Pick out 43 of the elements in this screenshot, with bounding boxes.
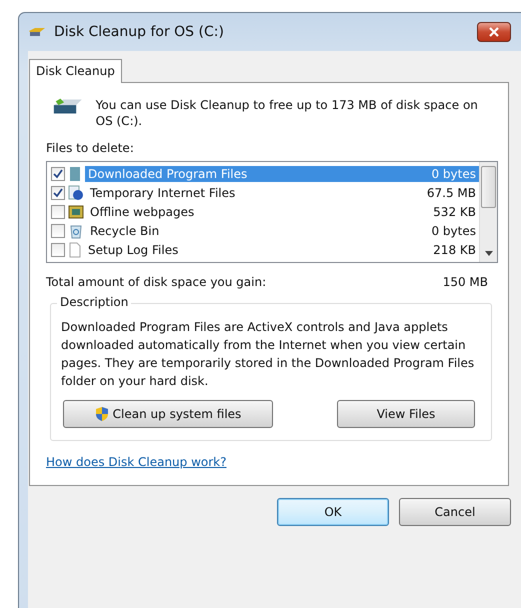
offline-page-icon (68, 204, 84, 220)
intro-text: You can use Disk Cleanup to free up to 173 MB of disk space on OS (C:). (96, 97, 479, 129)
file-name: Setup Log Files (88, 242, 178, 256)
scrollbar[interactable] (479, 162, 497, 262)
file-size: 532 KB (433, 204, 476, 218)
action-button[interactable]: View Files (337, 400, 475, 428)
file-name: Temporary Internet Files (90, 186, 236, 200)
file-icon (68, 242, 82, 258)
disk-cleanup-icon (28, 26, 46, 38)
total-value: 150 MB (442, 275, 488, 289)
tab[interactable]: Disk Cleanup (29, 59, 122, 83)
description-text: Downloaded Program Files are ActiveX controls and Java applets downloaded automatically from the Internet when you view certain pages. They are temporarily stored in the Downloaded Program Files folder on your hard disk. (61, 319, 476, 390)
file-name: Recycle Bin (90, 224, 160, 238)
files-label: Files to delete: (46, 141, 135, 155)
checkbox[interactable] (51, 186, 65, 200)
file-name: Downloaded Program Files (88, 166, 248, 180)
shield-icon (94, 406, 109, 422)
recycle-bin-icon (68, 222, 84, 238)
document-globe-icon (68, 184, 84, 200)
file-item[interactable]: Offline webpages 532 KB (87, 204, 479, 220)
checkbox[interactable] (51, 242, 65, 256)
file-item[interactable]: Temporary Internet Files 67.5 MB (87, 184, 479, 200)
window-title: Disk Cleanup for OS (C:) (54, 24, 225, 40)
total-label: Total amount of disk space you gain: (46, 275, 266, 289)
action-button[interactable]: Clean up system files (63, 400, 273, 428)
file-item[interactable]: Setup Log Files 218 KB (85, 242, 479, 258)
checkbox[interactable] (51, 224, 65, 238)
file-size: 0 bytes (431, 224, 476, 238)
file-name: Offline webpages (90, 204, 194, 218)
folder-icon (68, 166, 82, 182)
scroll-down-icon (484, 251, 492, 256)
file-size: 0 bytes (431, 166, 476, 180)
file-size: 218 KB (433, 242, 476, 256)
description-title: Description (57, 295, 132, 309)
checkbox[interactable] (51, 204, 65, 218)
checkbox[interactable] (51, 166, 65, 180)
dialog-button[interactable]: OK (277, 498, 389, 526)
close-button[interactable] (477, 22, 511, 42)
file-item[interactable]: Recycle Bin 0 bytes (87, 222, 479, 238)
close-icon (489, 27, 499, 37)
dialog-button[interactable]: Cancel (399, 498, 511, 526)
file-size: 67.5 MB (426, 186, 476, 200)
help-link[interactable]: How does Disk Cleanup work? (46, 455, 226, 469)
